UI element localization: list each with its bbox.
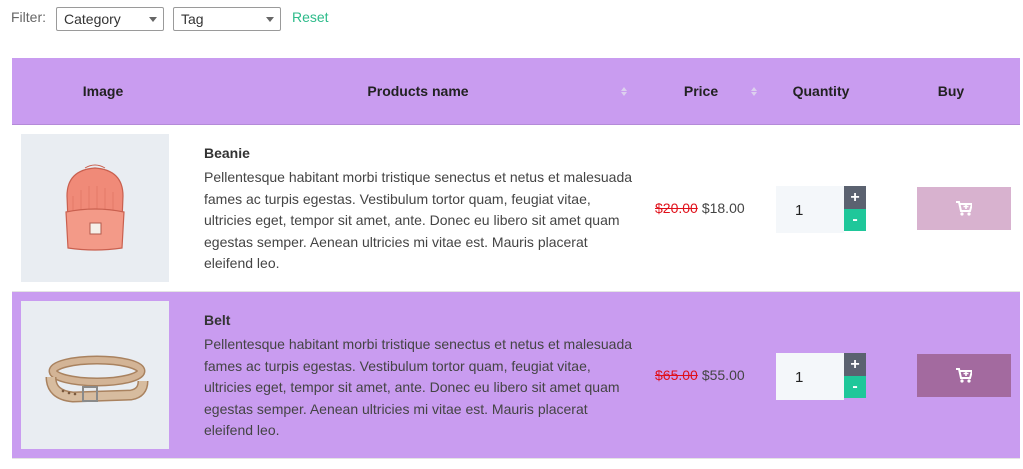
- filter-bar: Filter: Category Tag Reset: [11, 7, 411, 31]
- product-name[interactable]: Beanie: [204, 145, 250, 161]
- header-products-name[interactable]: Products name: [194, 58, 642, 125]
- sort-icon[interactable]: [621, 87, 627, 97]
- table-header: Image Products name Price Quantity Buy: [12, 58, 1020, 125]
- sale-price: $55.00: [701, 367, 745, 383]
- quantity-input[interactable]: 1: [776, 353, 844, 400]
- quantity-stepper: 1 + -: [776, 353, 866, 400]
- table-row: Belt Pellentesque habitant morbi tristiq…: [12, 292, 1020, 459]
- add-to-cart-button[interactable]: [917, 354, 1011, 397]
- product-price: $20.00 $18.00: [655, 200, 745, 216]
- tag-select-value: Tag: [181, 11, 204, 27]
- table-row: Beanie Pellentesque habitant morbi trist…: [12, 125, 1020, 292]
- product-name[interactable]: Belt: [204, 312, 230, 328]
- cart-plus-icon: [956, 368, 972, 383]
- header-buy: Buy: [937, 83, 965, 99]
- quantity-input[interactable]: 1: [776, 186, 844, 233]
- sort-icon[interactable]: [751, 87, 757, 97]
- product-description: Pellentesque habitant morbi tristique se…: [204, 336, 633, 438]
- quantity-increase-button[interactable]: +: [844, 186, 866, 209]
- header-price[interactable]: Price: [642, 58, 760, 125]
- chevron-down-icon: [266, 17, 274, 22]
- quantity-increase-button[interactable]: +: [844, 353, 866, 376]
- add-to-cart-button[interactable]: [917, 187, 1011, 230]
- quantity-decrease-button[interactable]: -: [844, 376, 866, 398]
- quantity-stepper: 1 + -: [776, 186, 866, 233]
- product-price: $65.00 $55.00: [655, 367, 745, 383]
- products-table: Image Products name Price Quantity Buy B…: [12, 58, 1020, 459]
- reset-link[interactable]: Reset: [292, 9, 329, 25]
- beanie-image[interactable]: [21, 134, 169, 282]
- quantity-decrease-button[interactable]: -: [844, 209, 866, 231]
- chevron-down-icon: [149, 17, 157, 22]
- category-select[interactable]: Category: [56, 7, 164, 31]
- tag-select[interactable]: Tag: [173, 7, 281, 31]
- header-quantity: Quantity: [792, 83, 850, 99]
- product-description: Pellentesque habitant morbi tristique se…: [204, 169, 633, 271]
- sale-price: $18.00: [701, 200, 745, 216]
- old-price: $20.00: [655, 200, 698, 216]
- cart-plus-icon: [956, 201, 972, 216]
- filter-label: Filter:: [11, 9, 46, 25]
- header-image: Image: [82, 83, 124, 99]
- old-price: $65.00: [655, 367, 698, 383]
- belt-image[interactable]: [21, 301, 169, 449]
- category-select-value: Category: [64, 11, 121, 27]
